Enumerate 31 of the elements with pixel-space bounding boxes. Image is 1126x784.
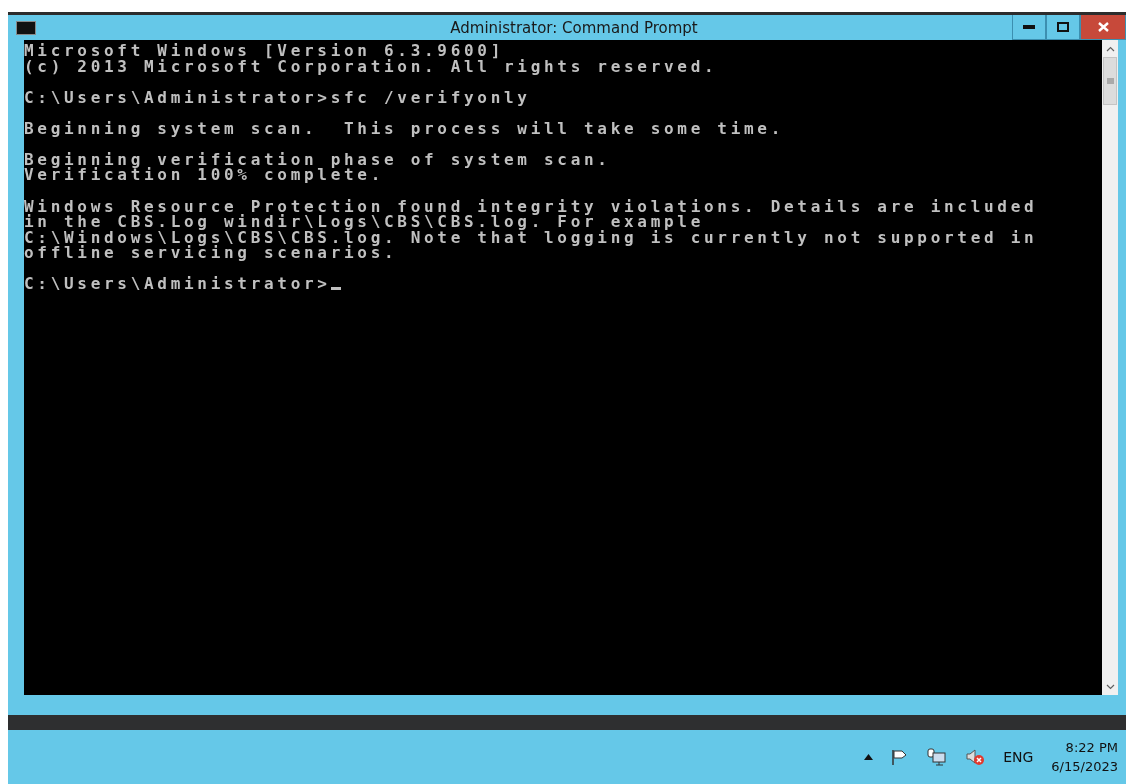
show-hidden-icons-icon[interactable]: [864, 754, 874, 760]
console-line: Verification 100% complete.: [24, 167, 384, 184]
console-line: Beginning verification phase of system scan.: [24, 151, 611, 168]
close-icon: [1097, 22, 1109, 32]
close-button[interactable]: [1080, 15, 1126, 40]
console-prompt: C:\Users\Administrator>: [24, 276, 341, 293]
console-line: Beginning system scan. This process will take some time.: [24, 120, 784, 137]
muted-speaker-icon[interactable]: [965, 748, 986, 766]
scroll-down-icon[interactable]: [1105, 683, 1115, 690]
console-line: Windows Resource Protection found integrity violations. Details are included: [24, 198, 1038, 215]
console-line: C:\Windows\Logs\CBS\CBS.log. Note that logging is currently not supported in: [24, 229, 1038, 246]
network-icon[interactable]: [927, 748, 948, 766]
console-line: offline servicing scenarios.: [24, 245, 398, 261]
text-cursor: [330, 287, 341, 291]
clock-date: 6/15/2023: [1051, 758, 1118, 776]
console-line: Microsoft Windows [Version 6.3.9600]: [24, 43, 504, 59]
scroll-thumb[interactable]: [1103, 57, 1117, 105]
console-line: in the CBS.Log windir\Logs\CBS\CBS.log. For example: [24, 214, 704, 230]
maximize-button[interactable]: [1046, 15, 1080, 40]
console-line: (c) 2013 Microsoft Corporation. All rights reserved.: [24, 58, 718, 75]
scrollbar[interactable]: [1102, 40, 1118, 695]
maximize-icon: [1057, 22, 1069, 32]
window-title: Administrator: Command Prompt: [449, 18, 699, 37]
clock-time: 8:22 PM: [1065, 739, 1118, 757]
taskbar-clock[interactable]: 8:22 PM 6/15/2023: [1051, 738, 1118, 776]
minimize-icon: [1023, 25, 1035, 29]
minimize-button[interactable]: [1012, 15, 1046, 40]
console-app-icon[interactable]: [16, 20, 36, 35]
input-language[interactable]: ENG: [1003, 749, 1034, 765]
console-line: C:\Users\Administrator>sfc /verifyonly: [24, 89, 531, 106]
scroll-up-icon[interactable]: [1105, 45, 1115, 52]
